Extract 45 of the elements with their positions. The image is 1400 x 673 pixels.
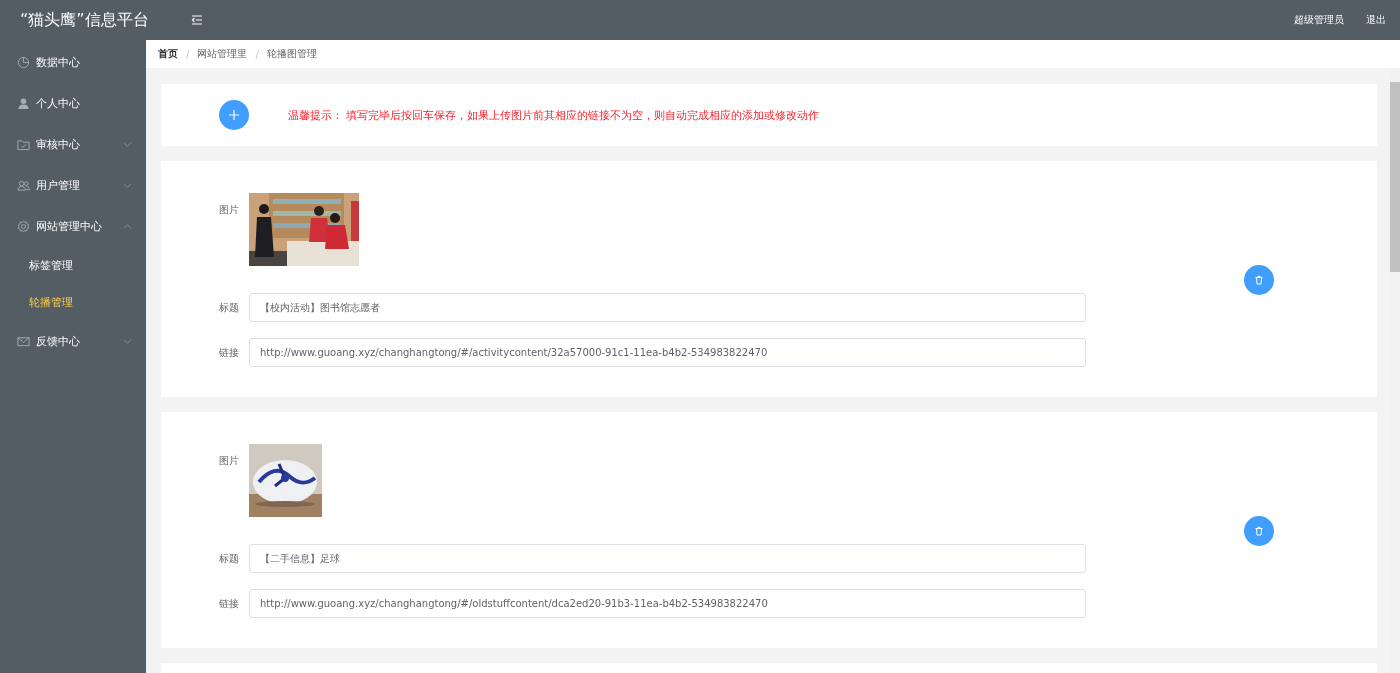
title-field[interactable]: 【校内活动】图书馆志愿者 [249,293,1086,322]
person-icon [17,97,30,110]
delete-button[interactable] [1244,265,1274,295]
breadcrumb-separator: / [255,48,259,60]
menu-icon[interactable] [190,13,204,27]
field-label: 链接 [219,345,240,360]
add-button[interactable] [219,100,249,130]
submenu-item[interactable]: 标签管理 [0,247,146,284]
mail-icon [17,335,30,348]
breadcrumb-link[interactable]: 网站管理里 [197,47,248,61]
link-field[interactable]: http://www.guoang.xyz/changhangtong/#/oldstuffcontent/dca2ed20-91b3-11ea-b4b2-534983822470 [249,589,1086,618]
trash-icon [1254,275,1264,285]
chevron-icon [123,140,132,149]
field-label: 图片 [219,454,240,468]
scrollbar-thumb[interactable] [1390,82,1400,272]
chevron-icon [123,337,132,346]
sidebar-item[interactable]: 网站管理中心 [0,206,146,247]
chevron-icon [123,181,132,190]
sidebar-item[interactable]: 用户管理 [0,165,146,206]
sidebar-item[interactable]: 审核中心 [0,124,146,165]
trash-icon [1254,526,1264,536]
breadcrumb-link[interactable]: 轮播图管理 [266,47,317,61]
sidebar-item[interactable]: 反馈中心 [0,321,146,362]
breadcrumb-separator: / [186,48,190,60]
sidebar-item[interactable]: 数据中心 [0,42,146,83]
field-label: 标题 [219,551,240,566]
chevron-icon [123,222,132,231]
users-icon [17,179,30,192]
field-label: 链接 [219,596,240,611]
field-label: 标题 [219,300,240,315]
title-field[interactable]: 【二手信息】足球 [249,544,1086,573]
field-label: 图片 [219,203,240,217]
folder-icon [17,138,30,151]
breadcrumb-link[interactable]: 首页 [158,47,178,61]
sidebar-item[interactable]: 个人中心 [0,83,146,124]
tip-text: 温馨提示： 填写完毕后按回车保存，如果上传图片前其相应的链接不为空，则自动完成相应的添加或修改动作 [288,107,820,123]
app-title: “猫头鹰”信息平台 [20,9,149,31]
pie-chart-icon [17,56,30,69]
user-link[interactable]: 超级管理员 [1294,13,1344,27]
link-field[interactable]: http://www.guoang.xyz/changhangtong/#/activitycontent/32a57000-91c1-11ea-b4b2-534983822470 [249,338,1086,367]
logout-link[interactable]: 退出 [1366,13,1386,27]
settings-icon [17,220,30,233]
delete-button[interactable] [1244,516,1274,546]
plus-icon [228,109,240,121]
submenu-item[interactable]: 轮播管理 [0,284,146,321]
